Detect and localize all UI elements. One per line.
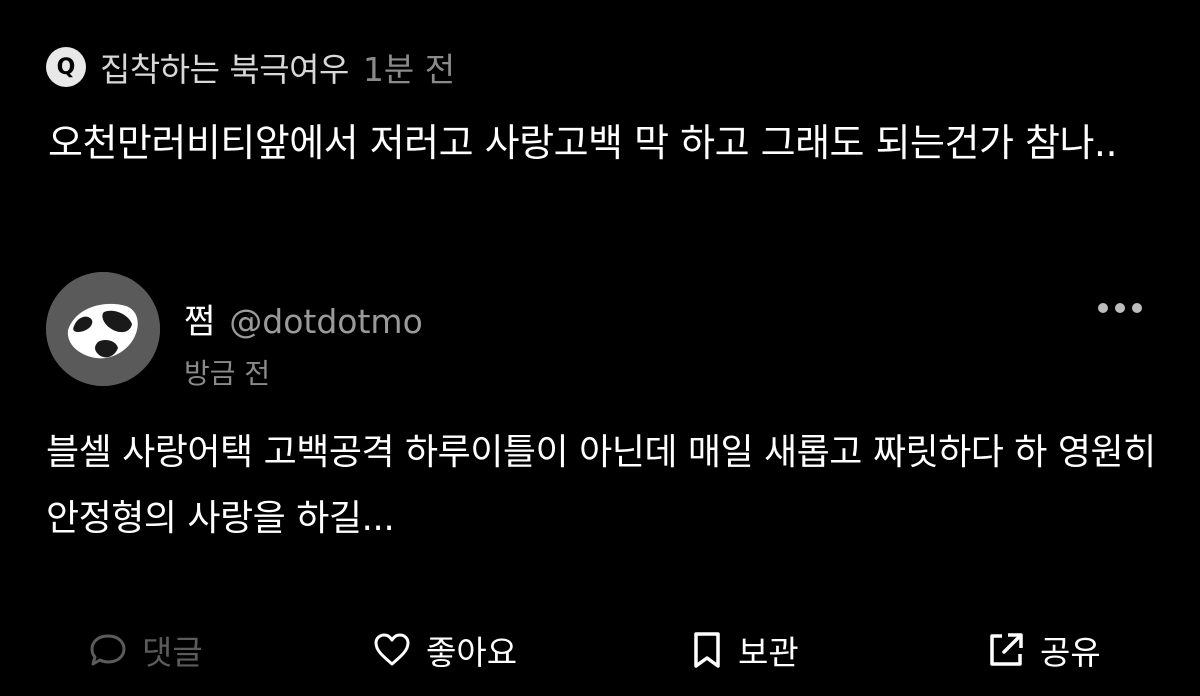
quoted-post-time: 1분 전 <box>362 50 456 89</box>
post-text: 블셀 사랑어택 고백공격 하루이틀이 아닌데 매일 새롭고 짜릿하다 하 영원히… <box>46 432 1156 539</box>
bookmark-icon <box>694 632 720 668</box>
quoted-post-header: Q 집착하는 북극여우 1분 전 <box>46 44 455 90</box>
action-bar: 댓글 좋아요 보관 공유 <box>0 622 1200 678</box>
more-options-button[interactable] <box>1098 294 1142 322</box>
quoted-author-badge[interactable]: Q <box>46 47 86 87</box>
more-icon <box>1132 303 1142 313</box>
save-label: 보관 <box>738 633 799 672</box>
post-time: 방금 전 <box>184 357 271 390</box>
comment-label: 댓글 <box>142 633 203 672</box>
like-label: 좋아요 <box>426 633 518 672</box>
quoted-post-text: 오천만러비티앞에서 저러고 사랑고백 막 하고 그래도 되는건가 참나.. <box>48 121 1118 165</box>
quoted-author-name[interactable]: 집착하는 북극여우 <box>100 43 349 91</box>
post-header: 쩜 @dotdotmo 방금 전 <box>184 294 423 392</box>
heart-icon <box>374 633 410 666</box>
comment-icon <box>90 634 126 666</box>
share-label: 공유 <box>1040 633 1101 672</box>
more-icon <box>1098 303 1108 313</box>
avatar[interactable] <box>46 272 160 386</box>
author-handle[interactable]: @dotdotmo <box>229 302 423 341</box>
comment-button[interactable]: 댓글 <box>88 622 203 678</box>
save-button[interactable]: 보관 <box>690 622 799 678</box>
share-button[interactable]: 공유 <box>986 622 1101 678</box>
more-icon <box>1115 303 1125 313</box>
panda-avatar-icon <box>46 272 160 386</box>
author-display-name[interactable]: 쩜 <box>184 294 215 343</box>
like-button[interactable]: 좋아요 <box>372 622 517 678</box>
share-icon <box>990 633 1023 666</box>
